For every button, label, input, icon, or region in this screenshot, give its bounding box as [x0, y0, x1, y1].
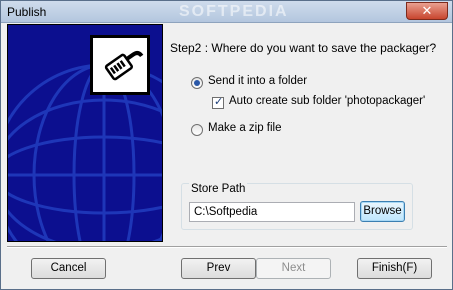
next-button[interactable]: Next: [256, 258, 331, 279]
prev-button[interactable]: Prev: [181, 258, 256, 279]
close-button[interactable]: ✕: [406, 2, 448, 20]
check-icon: ✓: [214, 96, 224, 108]
title-bar[interactable]: Publish SOFTPEDIA ✕: [1, 1, 452, 23]
finish-button[interactable]: Finish(F): [357, 258, 432, 279]
browse-button[interactable]: Browse: [360, 201, 405, 222]
zip-radio[interactable]: [191, 124, 203, 136]
side-banner: [7, 24, 163, 242]
dialog-body: Step2 : Where do you want to save the pa…: [7, 24, 447, 285]
store-path-title: Store Path: [189, 183, 248, 195]
auto-subfolder-label[interactable]: Auto create sub folder 'photopackager': [229, 95, 425, 107]
step-heading: Step2 : Where do you want to save the pa…: [170, 41, 437, 55]
zip-label[interactable]: Make a zip file: [208, 122, 282, 134]
footer-divider: [7, 246, 447, 248]
cancel-button[interactable]: Cancel: [31, 258, 106, 279]
store-path-input[interactable]: [189, 202, 355, 222]
auto-subfolder-checkbox[interactable]: ✓: [212, 96, 224, 109]
send-folder-label[interactable]: Send it into a folder: [208, 75, 307, 87]
close-icon: ✕: [421, 3, 433, 18]
watermark: SOFTPEDIA: [179, 3, 289, 20]
publish-dialog: Publish SOFTPEDIA ✕ Step2: Where do you…: [0, 0, 453, 290]
window-title: Publish: [7, 5, 47, 19]
logo: [90, 35, 150, 95]
network-cable-icon: [104, 51, 144, 81]
send-folder-radio[interactable]: [191, 77, 203, 89]
